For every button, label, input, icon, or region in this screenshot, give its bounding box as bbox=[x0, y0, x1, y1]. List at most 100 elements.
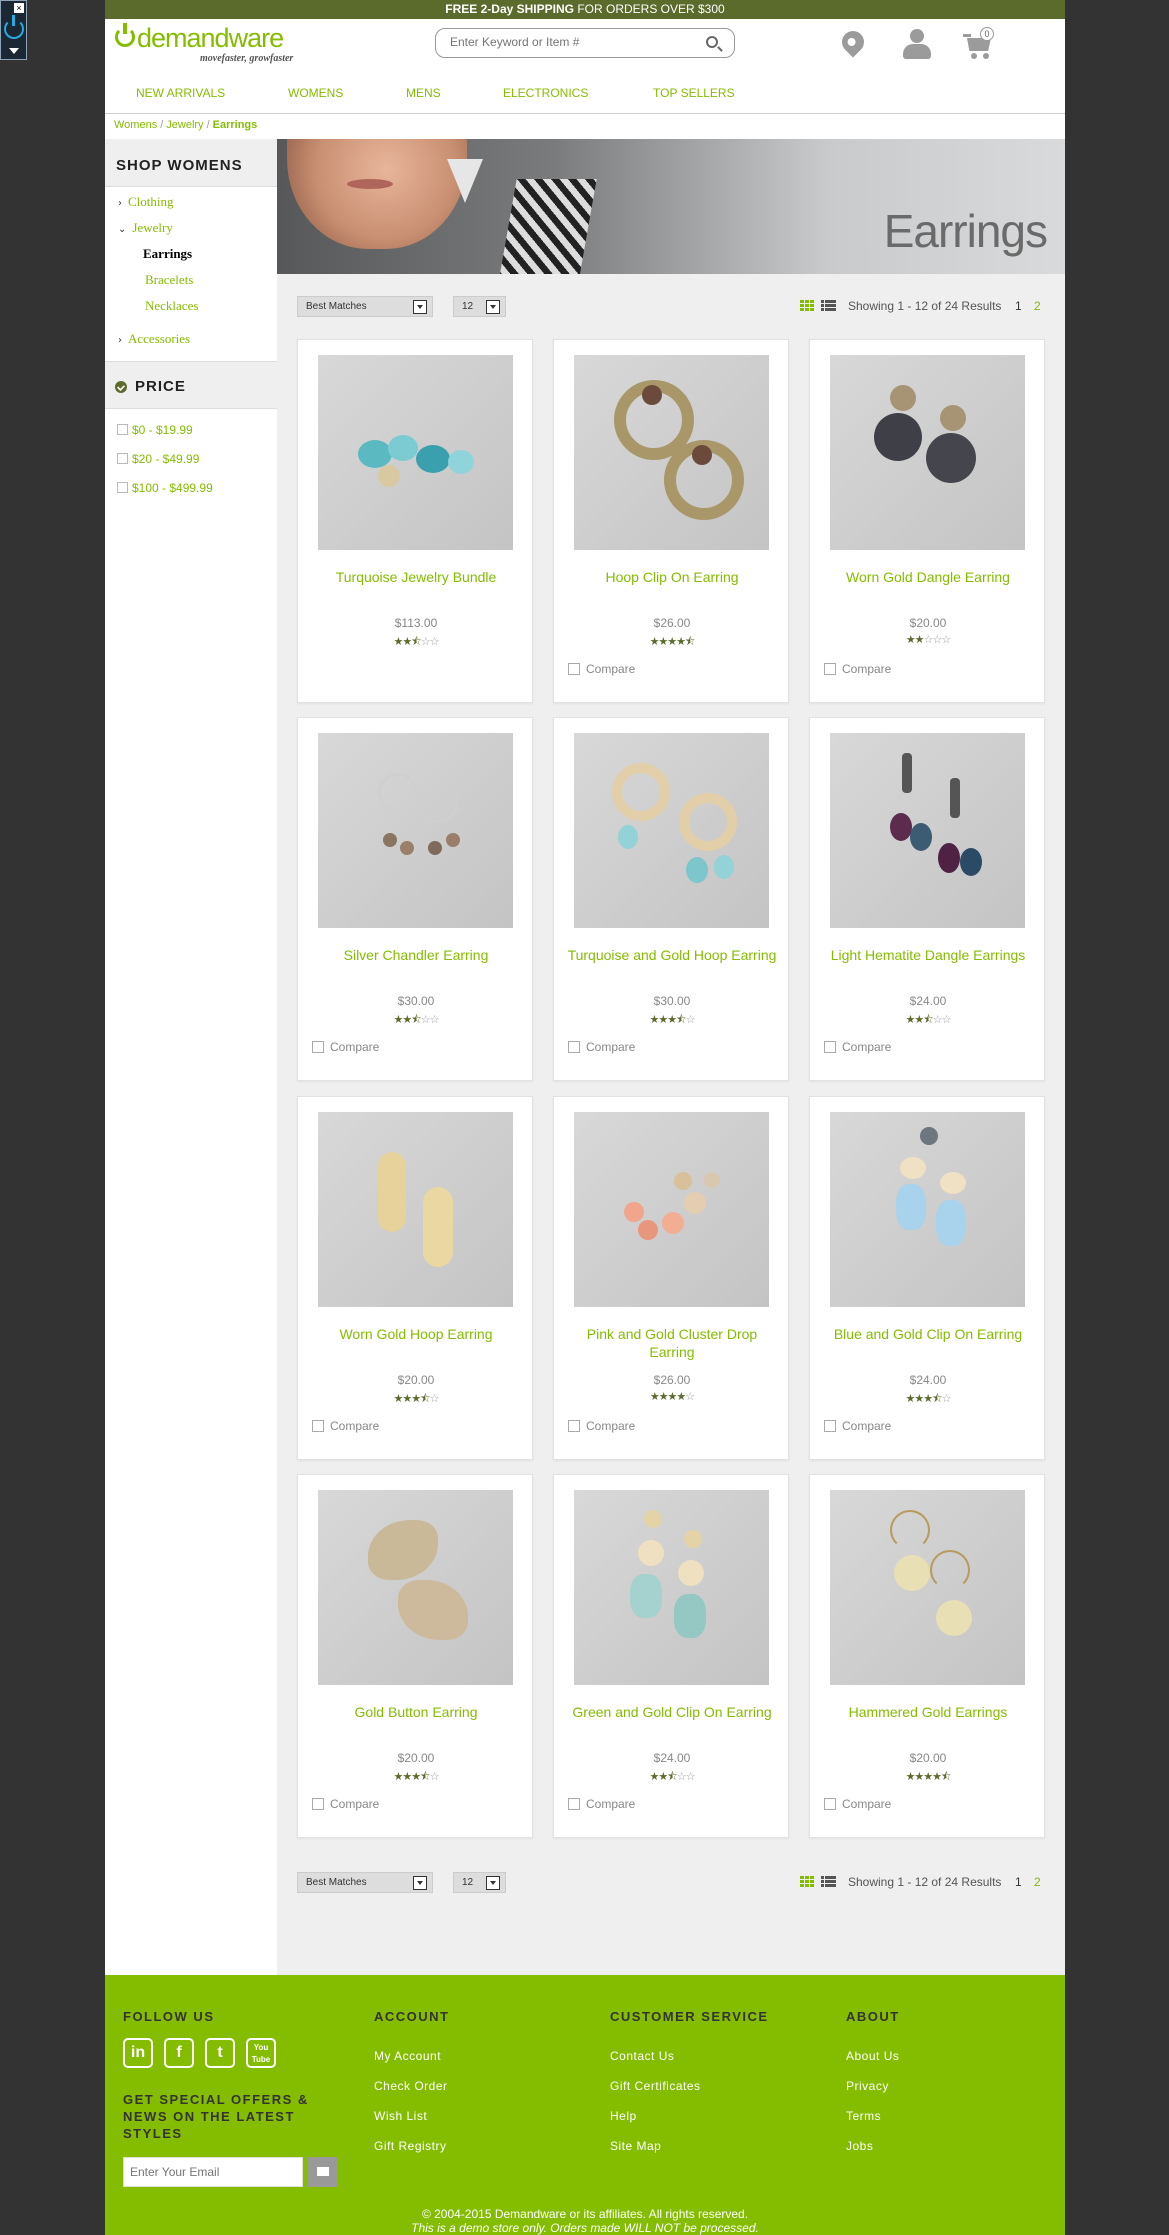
category-earrings[interactable]: Earrings bbox=[143, 246, 192, 262]
facebook-icon[interactable]: f bbox=[164, 2038, 194, 2068]
checkbox[interactable] bbox=[568, 1797, 580, 1810]
product-name[interactable]: Hammered Gold Earrings bbox=[820, 1703, 1036, 1721]
compare-checkbox[interactable]: Compare bbox=[312, 1797, 379, 1811]
breadcrumb-womens[interactable]: Womens bbox=[114, 119, 157, 131]
product-image[interactable] bbox=[830, 733, 1025, 928]
footer-link-terms[interactable]: Terms bbox=[846, 2109, 881, 2123]
nav-top-sellers[interactable]: Top Sellers bbox=[653, 86, 735, 100]
product-image[interactable] bbox=[574, 733, 769, 928]
product-name[interactable]: Pink and Gold Cluster Drop Earring bbox=[564, 1325, 780, 1361]
compare-checkbox[interactable]: Compare bbox=[824, 1419, 891, 1433]
search-icon[interactable] bbox=[706, 36, 718, 48]
sort-select[interactable]: Best Matches bbox=[297, 296, 433, 317]
compare-checkbox[interactable]: Compare bbox=[568, 662, 635, 676]
product-name[interactable]: Worn Gold Dangle Earring bbox=[820, 568, 1036, 586]
product-name[interactable]: Blue and Gold Clip On Earring bbox=[820, 1325, 1036, 1343]
product-name[interactable]: Hoop Clip On Earring bbox=[564, 568, 780, 586]
price-filter-0-20[interactable]: $0 - $19.99 bbox=[117, 423, 193, 437]
product-image[interactable] bbox=[318, 1490, 513, 1685]
list-view-icon[interactable] bbox=[821, 300, 836, 311]
product-image[interactable] bbox=[318, 1112, 513, 1307]
product-name[interactable]: Gold Button Earring bbox=[308, 1703, 524, 1721]
page-2[interactable]: 2 bbox=[1034, 299, 1041, 313]
product-image[interactable] bbox=[574, 355, 769, 550]
category-necklaces[interactable]: Necklaces bbox=[145, 298, 198, 314]
product-tile[interactable]: Pink and Gold Cluster Drop Earring $26.00… bbox=[553, 1096, 789, 1460]
search-input[interactable] bbox=[450, 35, 690, 49]
product-name[interactable]: Green and Gold Clip On Earring bbox=[564, 1703, 780, 1721]
footer-link-my-account[interactable]: My Account bbox=[374, 2049, 441, 2063]
checkbox[interactable] bbox=[568, 1419, 580, 1432]
email-submit-button[interactable] bbox=[308, 2157, 338, 2187]
product-tile[interactable]: Turquoise and Gold Hoop Earring $30.00 ★★★… bbox=[553, 717, 789, 1081]
footer-link-privacy[interactable]: Privacy bbox=[846, 2079, 889, 2093]
checkbox[interactable] bbox=[117, 482, 128, 494]
nav-electronics[interactable]: Electronics bbox=[503, 86, 588, 100]
checkbox[interactable] bbox=[568, 1040, 580, 1053]
product-tile[interactable]: Hoop Clip On Earring $26.00 ★★★★⯪ Compare bbox=[553, 339, 789, 703]
nav-womens[interactable]: Womens bbox=[288, 86, 343, 100]
product-image[interactable] bbox=[830, 1490, 1025, 1685]
product-name[interactable]: Light Hematite Dangle Earrings bbox=[820, 946, 1036, 964]
compare-checkbox[interactable]: Compare bbox=[824, 1040, 891, 1054]
checkbox[interactable] bbox=[824, 662, 836, 675]
grid-view-icon[interactable] bbox=[800, 300, 815, 311]
product-tile[interactable]: Blue and Gold Clip On Earring $24.00 ★★★⯪☆… bbox=[809, 1096, 1045, 1460]
checkbox[interactable] bbox=[824, 1797, 836, 1810]
footer-link-about-us[interactable]: About Us bbox=[846, 2049, 899, 2063]
checkbox[interactable] bbox=[568, 662, 580, 675]
footer-link-gift-certificates[interactable]: Gift Certificates bbox=[610, 2079, 701, 2093]
page-2[interactable]: 2 bbox=[1034, 1875, 1041, 1889]
footer-link-contact-us[interactable]: Contact Us bbox=[610, 2049, 674, 2063]
checkbox[interactable] bbox=[312, 1040, 324, 1053]
store-locator-icon[interactable] bbox=[837, 26, 869, 58]
page-size-select[interactable]: 12 bbox=[453, 296, 506, 317]
chevron-down-icon[interactable] bbox=[9, 48, 19, 54]
product-name[interactable]: Turquoise Jewelry Bundle bbox=[308, 568, 524, 586]
nav-mens[interactable]: Mens bbox=[406, 86, 441, 100]
grid-view-icon[interactable] bbox=[800, 1876, 815, 1887]
compare-checkbox[interactable]: Compare bbox=[312, 1040, 379, 1054]
product-image[interactable] bbox=[574, 1490, 769, 1685]
product-image[interactable] bbox=[574, 1112, 769, 1307]
product-tile[interactable]: Turquoise Jewelry Bundle $113.00 ★★⯪☆☆ bbox=[297, 339, 533, 703]
checkbox[interactable] bbox=[117, 453, 128, 465]
price-filter-20-50[interactable]: $20 - $49.99 bbox=[117, 452, 199, 466]
page-size-select[interactable]: 12 bbox=[453, 1872, 506, 1893]
product-tile[interactable]: Hammered Gold Earrings $20.00 ★★★★⯪ Compare bbox=[809, 1474, 1045, 1838]
compare-checkbox[interactable]: Compare bbox=[312, 1419, 379, 1433]
compare-checkbox[interactable]: Compare bbox=[568, 1419, 635, 1433]
compare-checkbox[interactable]: Compare bbox=[568, 1040, 635, 1054]
product-name[interactable]: Silver Chandler Earring bbox=[308, 946, 524, 964]
product-image[interactable] bbox=[318, 355, 513, 550]
category-accessories[interactable]: › Accessories bbox=[118, 331, 190, 347]
email-field[interactable] bbox=[124, 2158, 294, 2186]
footer-link-gift-registry[interactable]: Gift Registry bbox=[374, 2139, 447, 2153]
product-tile[interactable]: Green and Gold Clip On Earring $24.00 ★★⯪☆… bbox=[553, 1474, 789, 1838]
breadcrumb-jewelry[interactable]: Jewelry bbox=[166, 119, 203, 131]
compare-checkbox[interactable]: Compare bbox=[568, 1797, 635, 1811]
category-jewelry[interactable]: ⌄ Jewelry bbox=[118, 220, 173, 236]
price-refinement-header[interactable]: PRICE bbox=[105, 361, 277, 409]
list-view-icon[interactable] bbox=[821, 1876, 836, 1887]
footer-link-wish-list[interactable]: Wish List bbox=[374, 2109, 427, 2123]
sort-select[interactable]: Best Matches bbox=[297, 1872, 433, 1893]
checkbox[interactable] bbox=[824, 1040, 836, 1053]
category-bracelets[interactable]: Bracelets bbox=[145, 272, 193, 288]
product-tile[interactable]: Gold Button Earring $20.00 ★★★⯪☆ Compare bbox=[297, 1474, 533, 1838]
checkbox[interactable] bbox=[824, 1419, 836, 1432]
product-name[interactable]: Turquoise and Gold Hoop Earring bbox=[564, 946, 780, 964]
user-account-icon[interactable] bbox=[902, 29, 932, 61]
checkbox[interactable] bbox=[117, 424, 128, 436]
power-icon[interactable] bbox=[4, 15, 24, 39]
product-tile[interactable]: Worn Gold Hoop Earring $20.00 ★★★⯪☆ Compare bbox=[297, 1096, 533, 1460]
nav-new-arrivals[interactable]: New Arrivals bbox=[136, 86, 225, 100]
compare-checkbox[interactable]: Compare bbox=[824, 1797, 891, 1811]
dev-toolbar-widget[interactable]: × bbox=[0, 0, 27, 60]
footer-link-help[interactable]: Help bbox=[610, 2109, 637, 2123]
product-image[interactable] bbox=[830, 1112, 1025, 1307]
compare-checkbox[interactable]: Compare bbox=[824, 662, 891, 676]
product-tile[interactable]: Light Hematite Dangle Earrings $24.00 ★★⯪☆… bbox=[809, 717, 1045, 1081]
product-tile[interactable]: Worn Gold Dangle Earring $20.00 ★★☆☆☆ Compa… bbox=[809, 339, 1045, 703]
twitter-icon[interactable]: t bbox=[205, 2038, 235, 2068]
